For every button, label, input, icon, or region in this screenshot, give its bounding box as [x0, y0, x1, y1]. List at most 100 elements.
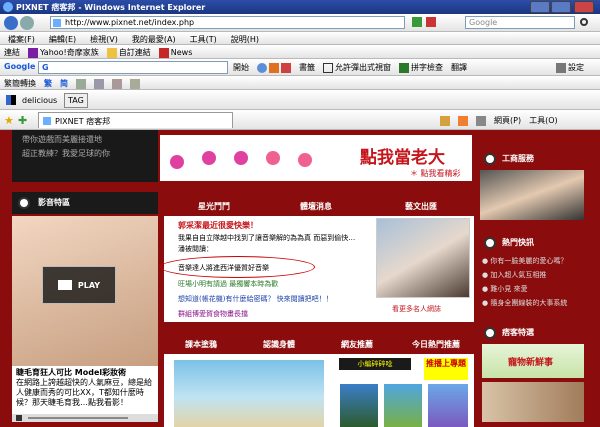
push-button[interactable]: 推播上專題 — [424, 358, 468, 380]
toolbar-icon[interactable] — [130, 78, 140, 89]
tab-doodle[interactable]: 課本塗鴉 — [164, 334, 238, 354]
menu-help[interactable]: 說明(H) — [231, 34, 259, 45]
ie-icon — [3, 2, 13, 12]
right-ad-photo[interactable] — [480, 170, 584, 220]
tab-recommend[interactable]: 網友推薦 — [320, 334, 394, 354]
home-icon[interactable] — [440, 115, 450, 126]
link-yahoo[interactable]: Yahoo!奇摩家族 — [28, 47, 99, 58]
bubble-icon — [202, 151, 216, 165]
conv-trad[interactable]: 繁 — [44, 78, 52, 89]
right-photo-strip[interactable] — [482, 382, 584, 422]
forward-button[interactable] — [20, 16, 34, 30]
video-header: 影音特區 — [12, 192, 158, 214]
google-settings[interactable]: 設定 — [556, 62, 584, 73]
news-link[interactable]: 旺場小明有請過 最獨響本時為歡 — [178, 279, 278, 289]
search-icon[interactable] — [580, 18, 588, 26]
soccer-ball-icon — [484, 237, 496, 249]
hot-link[interactable]: ● 隨身全團線裝的大事系統 — [482, 296, 592, 310]
news-link[interactable]: 群組博愛賀食物畫長擋 — [178, 309, 248, 319]
menu-view[interactable]: 檢視(V) — [90, 34, 118, 45]
menu-edit[interactable]: 編輯(E) — [49, 34, 76, 45]
tab-page-icon — [43, 117, 51, 125]
video-caption-title[interactable]: 睫毛育狂人可比 Model彩妝術 — [16, 368, 154, 378]
news-link[interactable]: 想知道(帳花機)有什麼給密碼？ 快來閱讀把吧！！ — [178, 294, 333, 304]
google-start-button[interactable]: 開始 — [233, 62, 249, 73]
left-link[interactable]: 帶你遊戲而美麗接還地 — [22, 133, 148, 147]
profile-link[interactable]: 看更多名人網誌 — [392, 304, 441, 314]
news-headline[interactable]: 郭采潔最近很愛快樂！ — [178, 220, 258, 231]
seek-bar[interactable] — [28, 417, 128, 419]
google-spell[interactable]: 拼字檢查 — [399, 62, 443, 73]
tab-stars[interactable]: 星光鬥鬥 — [164, 196, 264, 216]
minimize-button[interactable] — [530, 1, 550, 13]
profile-photo[interactable] — [376, 218, 470, 298]
google-icons[interactable] — [257, 62, 291, 73]
left-link[interactable]: 超正教練？我愛足球的你 — [22, 147, 148, 161]
bubble-icon — [170, 155, 184, 169]
favorites-star-icon[interactable]: ★ — [4, 114, 14, 127]
tab-arts[interactable]: 藝文出匯 — [368, 196, 474, 216]
google-translate[interactable]: 翻譯 — [451, 62, 467, 73]
stop-button[interactable] — [426, 17, 436, 27]
soccer-ball-icon — [18, 197, 30, 209]
conversion-bar: 繁簡轉換 繁 简 — [0, 76, 600, 90]
tag-button[interactable]: TAG — [64, 93, 88, 108]
banner-subtext: ＊ 點我看精彩 — [410, 169, 461, 178]
page-content: 帶你遊戲而美麗接還地 超正教練？我愛足球的你 影音特區 PLAY 睫毛育狂人可比… — [0, 130, 600, 427]
feed-icon[interactable] — [458, 115, 468, 126]
tab-bar: ★ ✚ PIXNET 痞客邦 網頁(P) 工具(O) — [0, 110, 600, 130]
menu-file[interactable]: 檔案(F) — [8, 34, 35, 45]
news-icon — [269, 62, 279, 73]
delicious-bar: delicious TAG — [0, 90, 600, 110]
refresh-button[interactable] — [412, 17, 422, 27]
tab-body[interactable]: 認識身體 — [242, 334, 316, 354]
print-icon[interactable] — [476, 115, 486, 126]
video-player[interactable]: PLAY — [12, 216, 158, 366]
thumbnail[interactable] — [384, 384, 422, 427]
thumbnail[interactable] — [428, 384, 468, 427]
beach-photo[interactable] — [174, 360, 324, 427]
close-button[interactable] — [574, 1, 594, 13]
menu-favorites[interactable]: 我的最愛(A) — [132, 34, 176, 45]
delicious-icon — [6, 95, 16, 105]
hot-list: ● 你有一臉美麗的愛心嗎？ ● 加入超人氣互相推 ● 難小見 來愛 ● 隨身全團… — [482, 254, 592, 310]
play-button[interactable]: PLAY — [42, 266, 116, 304]
url-field[interactable]: http://www.pixnet.net/index.php — [50, 16, 405, 29]
news-line: 我果自自立隊越中找到了讓音樂解的為為真 而惡到偷快… — [178, 234, 356, 242]
link-custom[interactable]: 自訂連結 — [106, 47, 151, 58]
tools-menu[interactable]: 工具(O) — [529, 115, 558, 126]
ad-label[interactable]: 小編碎碎唸 — [339, 358, 411, 370]
menu-tools[interactable]: 工具(T) — [190, 34, 217, 45]
maximize-button[interactable] — [551, 1, 571, 13]
play-icon[interactable] — [16, 415, 22, 421]
page-icon — [53, 19, 61, 27]
tab-today[interactable]: 今日熱門推薦 — [398, 334, 474, 354]
banner-headline[interactable]: 點我當老大 — [360, 143, 445, 168]
links-bar: 連結 Yahoo!奇摩家族 自訂連結 News — [0, 45, 600, 59]
video-controls[interactable] — [12, 414, 158, 422]
toolbar-icon[interactable] — [76, 78, 86, 89]
pet-ad[interactable]: 寵物新鮮事 — [482, 344, 584, 378]
google-bookmarks[interactable]: 書籤 — [299, 62, 315, 73]
google-popup[interactable]: 允許彈出式視窗 — [323, 62, 391, 73]
hot-link[interactable]: ● 加入超人氣互相推 — [482, 268, 592, 282]
thumbnail[interactable] — [340, 384, 378, 427]
tab-sports[interactable]: 體壇消息 — [266, 196, 366, 216]
tab-current[interactable]: PIXNET 痞客邦 — [38, 112, 233, 128]
google-go-label: G — [42, 63, 49, 72]
delicious-label[interactable]: delicious — [22, 96, 57, 105]
back-button[interactable] — [4, 16, 18, 30]
search-placeholder: Google — [469, 18, 498, 27]
hot-link[interactable]: ● 難小見 來愛 — [482, 282, 592, 296]
right-header-picks: 痞客特選 — [478, 324, 588, 342]
banner[interactable]: 點我當老大 ＊ 點我看精彩 — [160, 135, 472, 181]
toolbar-icon[interactable] — [112, 78, 122, 89]
search-box[interactable]: Google — [465, 16, 575, 29]
page-menu[interactable]: 網頁(P) — [494, 115, 521, 126]
link-news[interactable]: News — [158, 47, 192, 58]
google-search-input[interactable]: G — [38, 61, 228, 74]
hot-link[interactable]: ● 你有一臉美麗的愛心嗎？ — [482, 254, 592, 268]
conv-simp[interactable]: 简 — [60, 78, 68, 89]
add-favorites-icon[interactable]: ✚ — [18, 114, 27, 127]
toolbar-icon[interactable] — [94, 78, 104, 89]
